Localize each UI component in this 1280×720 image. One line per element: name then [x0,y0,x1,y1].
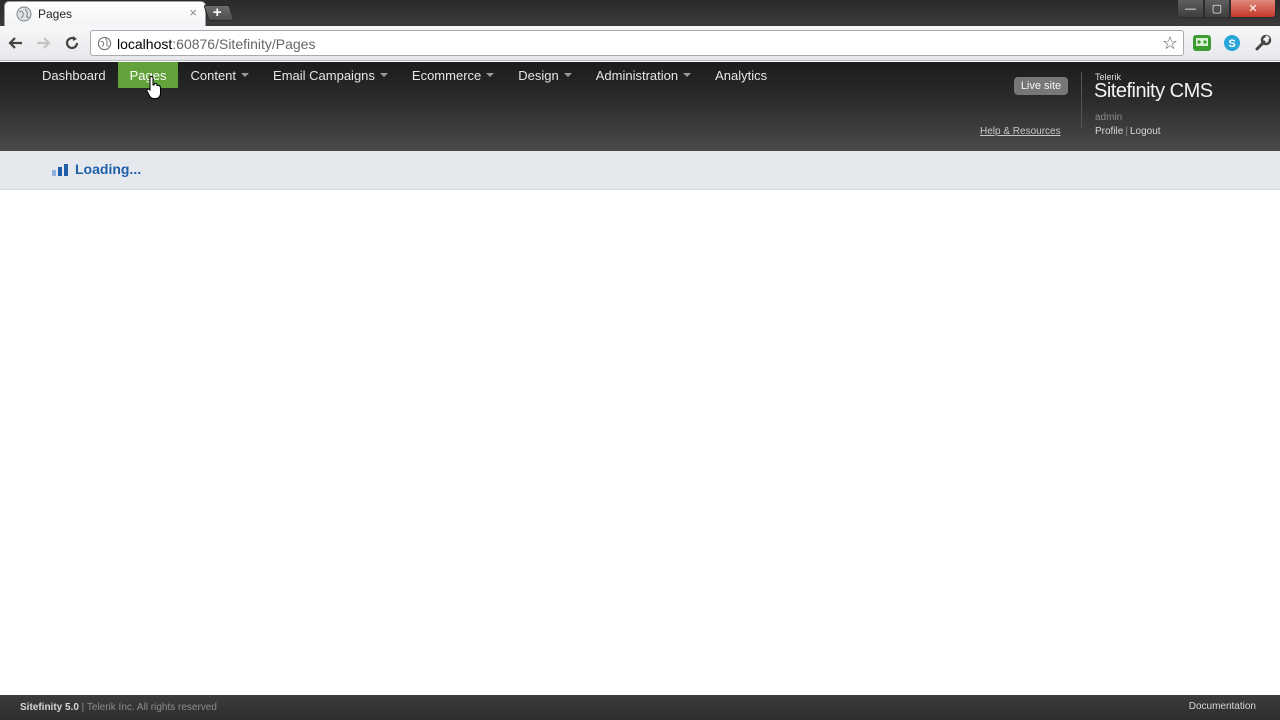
dropdown-caret-icon [683,73,692,77]
nav-item-design[interactable]: Design [506,62,583,88]
nav-item-content[interactable]: Content [178,62,261,88]
nav-item-ecommerce[interactable]: Ecommerce [400,62,506,88]
product-version: Sitefinity 5.0 [20,702,79,713]
maximize-button[interactable]: ▢ [1204,0,1230,18]
main-navigation: Dashboard Pages Content Email Campaigns … [30,62,779,88]
extension-green-icon[interactable] [1191,32,1213,54]
live-site-button[interactable]: Live site [1014,77,1068,95]
extension-skype-icon[interactable]: S [1221,32,1243,54]
dropdown-caret-icon [486,73,495,77]
dropdown-caret-icon [563,73,572,77]
nav-item-email-campaigns[interactable]: Email Campaigns [261,62,400,88]
nav-item-dashboard[interactable]: Dashboard [30,62,118,88]
minimize-button[interactable]: — [1177,0,1204,18]
documentation-link[interactable]: Documentation [1189,701,1256,712]
header-divider [1081,72,1082,128]
url-host: localhost [117,36,173,52]
logout-link[interactable]: Logout [1130,126,1161,137]
wrench-icon[interactable] [1252,32,1274,54]
browser-tabstrip: Pages × + — ▢ ✕ [0,0,1280,26]
main-content-area [0,191,1280,695]
loading-text: Loading... [75,161,142,177]
page-info-icon[interactable] [97,36,112,51]
profile-link[interactable]: Profile [1095,126,1123,137]
back-arrow-icon [8,37,22,49]
address-bar[interactable]: localhost:60876/Sitefinity/Pages ☆ [90,30,1184,56]
bookmark-star-icon[interactable]: ☆ [1162,33,1178,54]
cms-header: Dashboard Pages Content Email Campaigns … [0,62,1280,151]
browser-toolbar: localhost:60876/Sitefinity/Pages ☆ S [0,26,1280,61]
brand-logo: Sitefinity CMS [1094,80,1213,102]
plus-icon: + [212,4,222,21]
url-path: :60876/Sitefinity/Pages [172,36,316,52]
tab-title: Pages [38,7,73,21]
footer: Sitefinity 5.0 | Telerik Inc. All rights… [0,695,1280,720]
close-window-button[interactable]: ✕ [1230,0,1276,18]
window-controls: — ▢ ✕ [1177,0,1276,18]
svg-text:S: S [1228,38,1235,50]
new-tab-button[interactable]: + [203,4,235,21]
back-button[interactable] [6,33,26,53]
forward-arrow-icon [37,37,51,49]
link-separator: | [1125,126,1128,137]
nav-label: Content [190,67,237,83]
copyright-text: | Telerik Inc. All rights reserved [78,702,217,713]
nav-label: Analytics [715,67,768,83]
dropdown-caret-icon [241,73,250,77]
nav-label: Email Campaigns [273,67,375,83]
help-resources-link[interactable]: Help & Resources [980,126,1061,137]
profile-links: Profile | Logout [1095,126,1161,137]
nav-label: Dashboard [42,67,106,83]
nav-label: Ecommerce [411,67,482,83]
loading-spinner-icon [52,164,68,176]
forward-button[interactable] [33,33,53,53]
globe-icon [16,6,32,22]
nav-item-analytics[interactable]: Analytics [703,62,779,88]
loading-bar: Loading... [0,151,1280,190]
footer-copyright: Sitefinity 5.0 | Telerik Inc. All rights… [20,702,217,713]
reload-icon [65,36,79,50]
browser-tab[interactable]: Pages × [4,1,206,26]
reload-button[interactable] [62,33,82,53]
tab-close-icon[interactable]: × [189,6,197,20]
url-text: localhost:60876/Sitefinity/Pages [117,36,315,52]
nav-label: Design [518,67,559,83]
dropdown-caret-icon [379,73,388,77]
hand-cursor-icon [146,76,161,99]
username: admin [1095,112,1123,123]
nav-label: Administration [595,67,679,83]
nav-item-administration[interactable]: Administration [584,62,703,88]
